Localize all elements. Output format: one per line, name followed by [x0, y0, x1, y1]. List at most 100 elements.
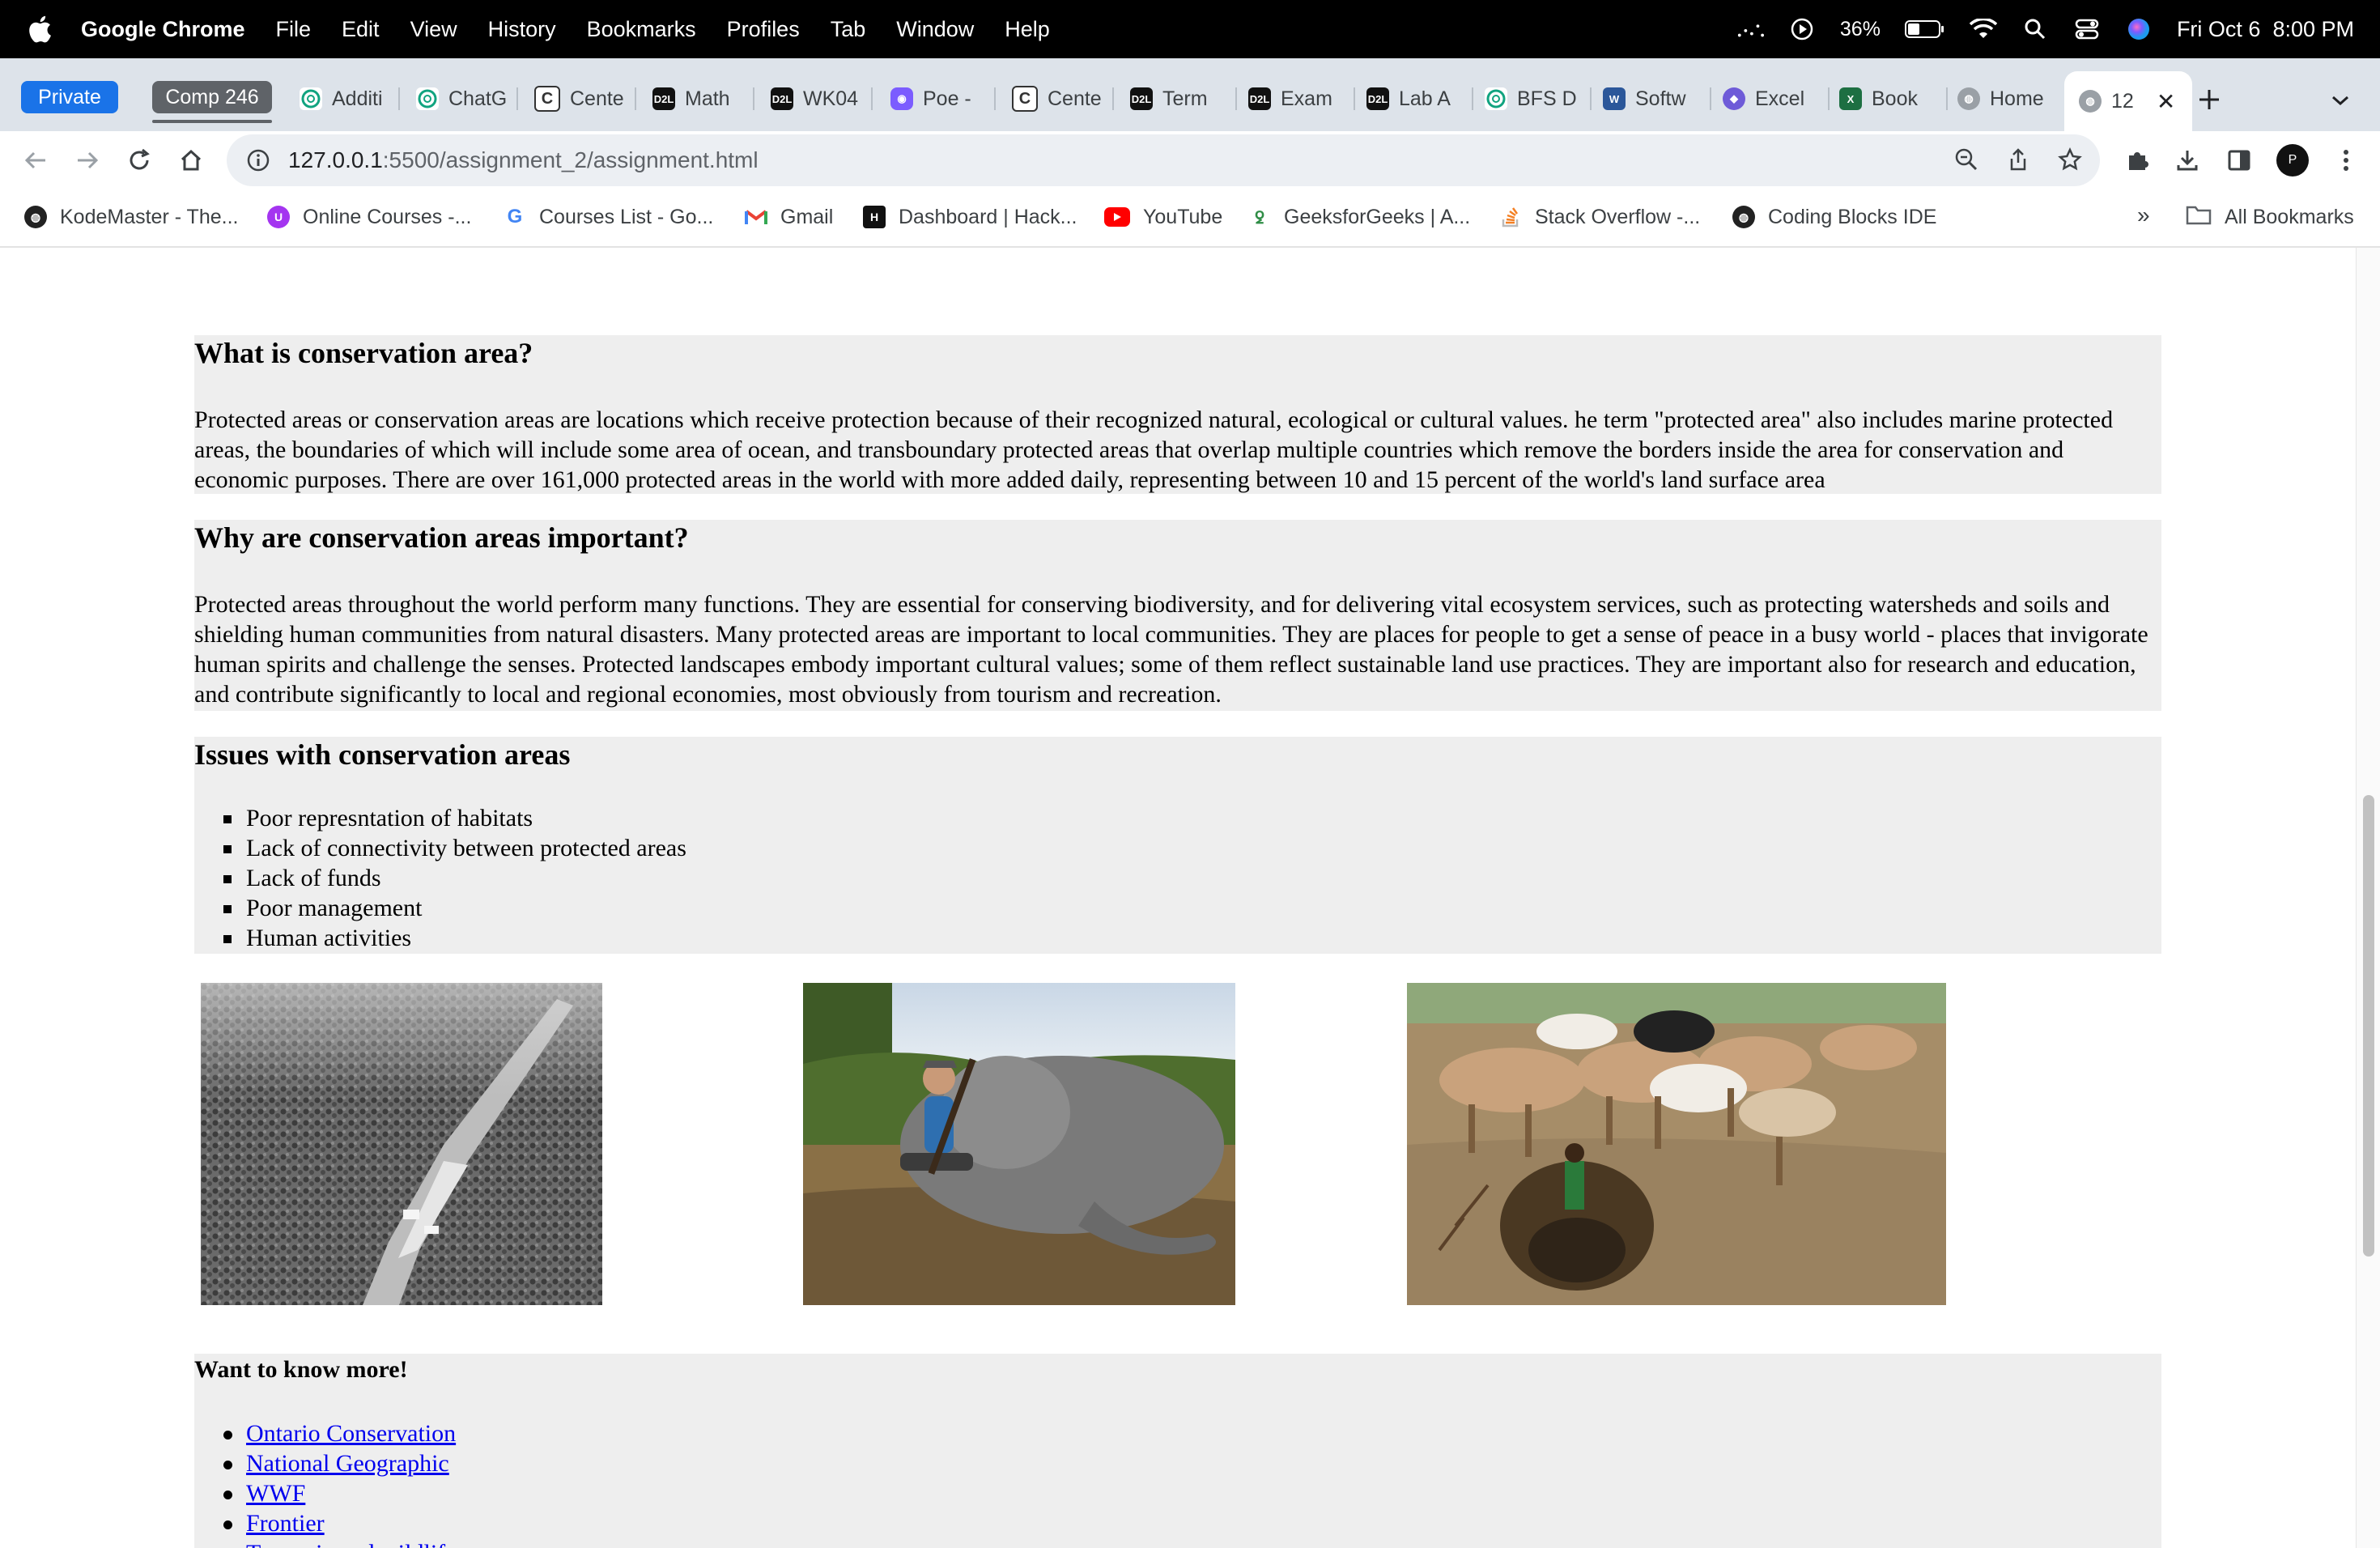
download-icon[interactable]	[2173, 146, 2202, 175]
battery-icon[interactable]	[1904, 15, 1945, 43]
link-ontario-conservation[interactable]: Ontario Conservation	[246, 1420, 456, 1447]
new-tab-icon[interactable]	[2195, 86, 2223, 113]
link-frontier[interactable]: Frontier	[246, 1510, 325, 1537]
globe-icon: ◍	[1732, 206, 1755, 228]
elephant-poaching-image	[803, 983, 1235, 1305]
wifi-icon[interactable]	[1969, 15, 1997, 43]
address-bar[interactable]: 127.0.0.1:5500/assignment_2/assignment.h…	[227, 134, 2100, 186]
bookmark-item[interactable]: ꝿ GeeksforGeeks | A...	[1248, 202, 1470, 232]
tab-item[interactable]: ◉ Poe -	[890, 78, 996, 120]
tab-title: Math	[685, 87, 730, 110]
tab-group-comp246[interactable]: Comp 246	[152, 81, 272, 113]
menu-window[interactable]: Window	[896, 17, 974, 42]
list-item: Poor represntation of habitats	[194, 803, 686, 833]
home-icon[interactable]	[176, 146, 206, 175]
menu-file[interactable]: File	[276, 17, 312, 42]
chatgpt-icon	[300, 87, 322, 110]
extensions-icon[interactable]	[2123, 146, 2152, 175]
section-paragraph: Protected areas or conservation areas ar…	[194, 406, 2114, 493]
bookmark-item[interactable]: H Dashboard | Hack...	[863, 202, 1077, 232]
bookmark-item[interactable]: G Courses List - Go...	[504, 202, 713, 232]
bookmark-star-icon[interactable]	[2056, 146, 2084, 173]
google-icon: G	[504, 206, 526, 228]
link-tanzania-wildlife[interactable]: Tanzania and wildlife	[246, 1540, 456, 1548]
tab-item[interactable]: W Softw	[1603, 78, 1711, 120]
tab-title: Lab A	[1399, 87, 1451, 110]
chevron-down-icon[interactable]	[2328, 91, 2352, 110]
tab-item[interactable]: ◆ Excel	[1723, 78, 1830, 120]
zoom-icon[interactable]	[1953, 146, 1980, 173]
apple-icon[interactable]	[28, 15, 52, 43]
tab-item[interactable]: BFS D	[1485, 78, 1592, 120]
spotlight-search-icon[interactable]	[2021, 15, 2049, 43]
more-menu-icon[interactable]	[2331, 146, 2361, 175]
tab-item[interactable]: X Book	[1839, 78, 1948, 120]
share-icon[interactable]	[2004, 146, 2032, 173]
menu-help[interactable]: Help	[1005, 17, 1050, 42]
tab-item[interactable]: C Cente	[534, 78, 636, 120]
bookmark-item[interactable]: ◍ Coding Blocks IDE	[1732, 202, 1936, 232]
menu-view[interactable]: View	[410, 17, 457, 42]
bookmark-item[interactable]: YouTube	[1104, 202, 1222, 232]
menu-app-name[interactable]: Google Chrome	[81, 17, 245, 42]
more-bookmarks-icon[interactable]: »	[2137, 202, 2150, 228]
chatgpt-icon	[416, 87, 439, 110]
private-window-badge[interactable]: Private	[21, 81, 118, 113]
tab-item[interactable]: D2L Lab A	[1366, 78, 1473, 120]
section-issues: Issues with conservation areas Poor repr…	[194, 737, 2161, 954]
tab-active[interactable]: ◍ 12 ✕	[2064, 71, 2192, 131]
tab-item[interactable]: ChatG	[416, 78, 518, 120]
all-bookmarks-button[interactable]: All Bookmarks	[2186, 202, 2354, 232]
tab-title: Cente	[570, 87, 624, 110]
activity-icon[interactable]	[1736, 15, 1764, 43]
play-icon[interactable]	[1788, 15, 1816, 43]
tab-item[interactable]: D2L Math	[652, 78, 754, 120]
control-center-icon[interactable]	[2073, 15, 2101, 43]
menu-edit[interactable]: Edit	[342, 17, 380, 42]
tab-item[interactable]: D2L WK04	[771, 78, 873, 120]
page-content: What is conservation area? Protected are…	[0, 248, 2356, 1548]
menu-bookmarks[interactable]: Bookmarks	[587, 17, 696, 42]
section-paragraph: Protected areas throughout the world per…	[194, 591, 2148, 708]
forward-icon[interactable]	[73, 146, 102, 175]
tab-item[interactable]: D2L Exam	[1248, 78, 1355, 120]
section-what-is: What is conservation area? Protected are…	[194, 335, 2161, 494]
bookmark-item[interactable]: Gmail	[745, 202, 833, 232]
menu-tab[interactable]: Tab	[831, 17, 866, 42]
reload-icon[interactable]	[125, 146, 154, 175]
url-text[interactable]: 127.0.0.1:5500/assignment_2/assignment.h…	[288, 147, 759, 173]
globe-icon: ◍	[2079, 90, 2102, 113]
site-info-icon[interactable]	[246, 148, 270, 172]
menu-profiles[interactable]: Profiles	[727, 17, 800, 42]
profile-avatar[interactable]: P	[2275, 142, 2310, 178]
links-list: Ontario Conservation National Geographic…	[194, 1418, 456, 1548]
side-panel-icon[interactable]	[2225, 146, 2254, 175]
tab-title: Home	[1990, 87, 2044, 110]
tab-title: ChatG	[448, 87, 508, 110]
tab-item[interactable]: C Cente	[1012, 78, 1114, 120]
tab-item[interactable]: ◍ Home	[1957, 78, 2063, 120]
section-heading: What is conservation area?	[194, 337, 533, 369]
list-item: Human activities	[194, 923, 686, 953]
browser-toolbar: 127.0.0.1:5500/assignment_2/assignment.h…	[0, 131, 2380, 188]
tab-item[interactable]: Additi	[300, 78, 400, 120]
bookmark-label: GeeksforGeeks | A...	[1284, 205, 1471, 228]
section-heading: Why are conservation areas important?	[194, 521, 689, 554]
link-wwf[interactable]: WWF	[246, 1480, 305, 1507]
word-icon: W	[1603, 87, 1626, 110]
bookmark-item[interactable]: U Online Courses -...	[267, 202, 471, 232]
menu-history[interactable]: History	[488, 17, 556, 42]
bookmark-item[interactable]: ◍ KodeMaster - The...	[24, 202, 238, 232]
link-national-geographic[interactable]: National Geographic	[246, 1450, 449, 1477]
tab-item[interactable]: D2L Term	[1130, 78, 1237, 120]
bookmark-item[interactable]: Stack Overflow -...	[1499, 202, 1700, 232]
section-heading: Issues with conservation areas	[194, 738, 571, 771]
scrollbar-thumb[interactable]	[2363, 795, 2374, 1257]
close-tab-icon[interactable]: ✕	[2157, 88, 2175, 115]
siri-icon[interactable]	[2125, 15, 2153, 43]
back-icon[interactable]	[21, 146, 50, 175]
d2l-icon: D2L	[1130, 87, 1153, 110]
page-scrollbar[interactable]	[2356, 248, 2380, 1548]
d2l-icon: D2L	[652, 87, 675, 110]
clock[interactable]: Fri Oct 6 8:00 PM	[2177, 17, 2354, 42]
